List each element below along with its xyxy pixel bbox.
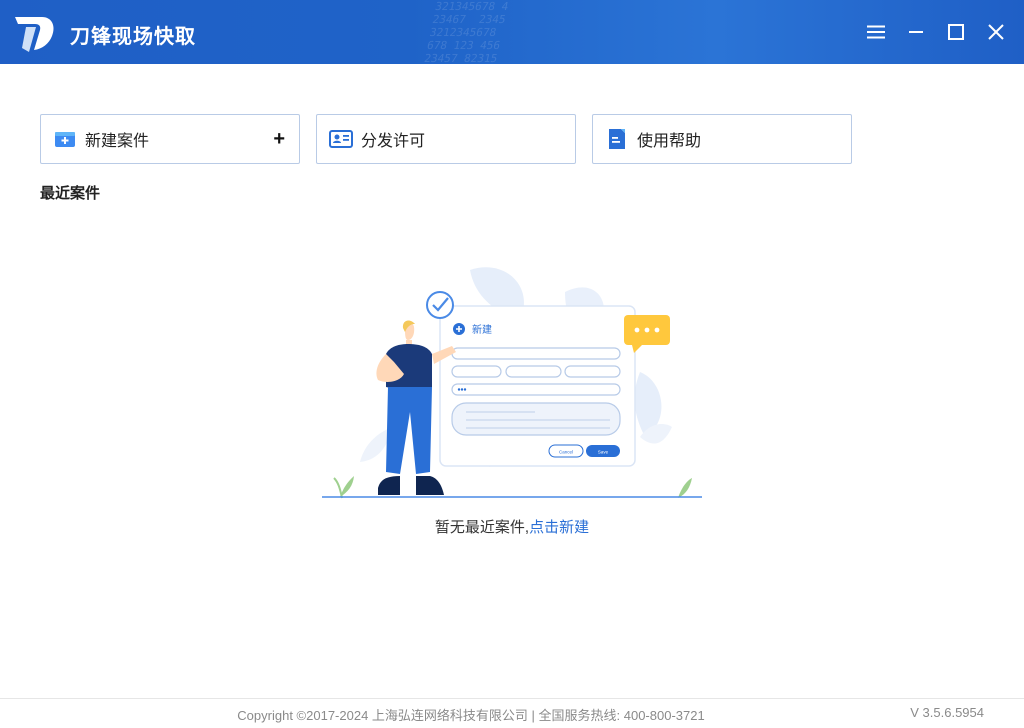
distribute-license-button[interactable]: 分发许可 — [316, 114, 576, 164]
close-button[interactable] — [984, 20, 1008, 44]
empty-state-message: 暂无最近案件,点击新建 — [0, 516, 1024, 537]
plus-icon: + — [273, 128, 285, 150]
minimize-button[interactable] — [904, 20, 928, 44]
menu-button[interactable] — [864, 20, 888, 44]
close-icon — [988, 24, 1004, 40]
empty-state-illustration: 新建 Cancel Save — [322, 267, 702, 499]
title-bar: 321345678 4 23467 2345 3212345678 678 12… — [0, 0, 1024, 64]
hamburger-menu-icon — [867, 25, 885, 39]
recent-cases-title: 最近案件 — [40, 185, 101, 202]
illustration-cancel-label: Cancel — [559, 450, 573, 455]
footer-divider — [0, 698, 1024, 699]
create-new-link[interactable]: 点击新建 — [529, 519, 589, 536]
new-case-button[interactable]: 新建案件 + — [40, 114, 300, 164]
titlebar-background-pattern: 321345678 4 23467 2345 3212345678 678 12… — [422, 0, 510, 64]
illustration-new-label: 新建 — [472, 323, 492, 336]
help-button[interactable]: 使用帮助 — [592, 114, 852, 164]
license-card-icon — [329, 127, 353, 151]
illustration-save-label: Save — [598, 450, 609, 455]
app-title: 刀锋现场快取 — [70, 26, 196, 48]
app-version: V 3.5.6.5954 — [910, 705, 984, 720]
app-logo-icon — [15, 17, 54, 52]
minimize-icon — [909, 31, 923, 33]
maximize-icon — [948, 24, 964, 40]
help-document-icon — [605, 127, 629, 151]
distribute-license-label: 分发许可 — [361, 133, 426, 150]
footer-copyright: Copyright ©2017-2024 上海弘连网络科技有限公司 | 全国服务… — [237, 708, 705, 723]
new-case-icon — [53, 127, 77, 151]
maximize-button[interactable] — [944, 20, 968, 44]
new-case-label: 新建案件 — [85, 133, 150, 150]
help-label: 使用帮助 — [637, 133, 702, 150]
empty-state-text: 暂无最近案件, — [434, 519, 530, 536]
